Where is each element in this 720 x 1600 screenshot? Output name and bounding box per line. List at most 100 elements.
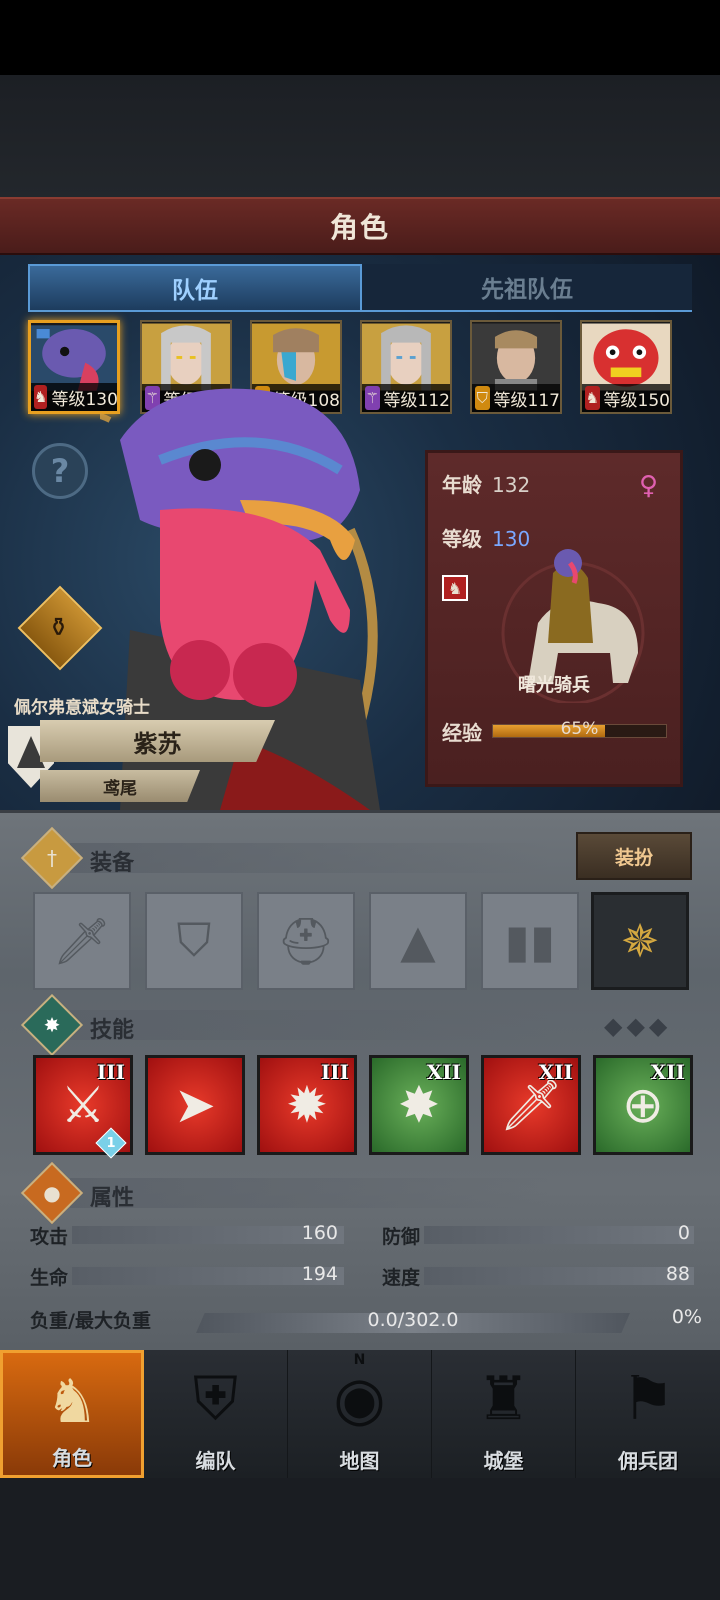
age-row: 年龄 132 — [442, 469, 530, 498]
sword-boost-icon: ⚔ — [60, 1076, 106, 1134]
helmet-icon: ⛑ — [276, 913, 336, 968]
bottom-backdrop — [0, 1478, 720, 1600]
hp-label: 生命 — [30, 1267, 69, 1289]
potion-icon: ⚱ — [47, 612, 70, 643]
title-bar: 角色 — [0, 197, 720, 255]
soldier-portrait — [472, 323, 560, 391]
badge-count: 1 — [106, 1135, 116, 1151]
speed-value: 88 — [665, 1263, 690, 1285]
skill-5[interactable]: 🗡 XII — [481, 1055, 581, 1155]
exp-label: 经验 — [442, 721, 482, 745]
level-text: 等级117 — [493, 390, 560, 411]
age-value: 132 — [492, 473, 531, 497]
level-label: 等级 — [442, 527, 482, 551]
female-icon: ♀ — [638, 471, 658, 501]
level-row: ⛉ 等级117 — [472, 384, 560, 412]
skill-rank: XII — [538, 1060, 573, 1084]
nav-mercenary[interactable]: ⚑ 佣兵团 — [576, 1350, 720, 1478]
equip-slot-boots[interactable]: ▮▮ — [481, 892, 579, 990]
equip-slot-shield[interactable]: ⛉ — [145, 892, 243, 990]
horse-icon: ♞ — [442, 575, 468, 601]
dress-button[interactable]: 装扮 — [576, 832, 692, 880]
tab-ancestor-team[interactable]: 先祖队伍 — [362, 264, 692, 312]
knight-icon: ♞ — [45, 1367, 99, 1437]
sword-icon: 🗡 — [499, 1075, 563, 1134]
status-bar-area — [0, 0, 720, 75]
tab-team[interactable]: 队伍 — [28, 264, 362, 312]
skill-3[interactable]: ✹ III — [257, 1055, 357, 1155]
skills-label: 技能 — [90, 1018, 135, 1043]
bottom-nav: ♞ 角色 ⛨ 编队 N ◉ 地图 ♜ 城堡 ⚑ 佣兵团 — [0, 1350, 720, 1478]
equip-slot-armor[interactable]: ▲ — [369, 892, 467, 990]
nav-character[interactable]: ♞ 角色 — [0, 1350, 144, 1478]
team-tabs: 队伍 先祖队伍 — [28, 264, 692, 312]
skill-rank: III — [320, 1060, 349, 1084]
equip-slot-helmet[interactable]: ⛑ — [257, 892, 355, 990]
equipment-label: 装备 — [90, 851, 135, 876]
horse-icon: ♞ — [585, 386, 600, 410]
nav-label: 角色 — [52, 1446, 92, 1470]
boots-icon: ▮▮ — [504, 914, 556, 968]
skill-6[interactable]: ⊕ XII — [593, 1055, 693, 1155]
equip-slot-accessory[interactable]: ✵ — [591, 892, 689, 990]
hero-title: 鸢尾 — [40, 770, 200, 802]
strike-icon: ✹ — [286, 1076, 328, 1134]
exp-text: 65% — [560, 719, 599, 739]
help-button[interactable]: ? — [32, 443, 88, 499]
info-card: 年龄 132 ♀ 等级 130 ♞ 曙光骑兵 经验 65% — [425, 450, 683, 787]
target-icon: ⊕ — [622, 1076, 664, 1134]
load-value: 0.0/302.0 — [367, 1309, 459, 1331]
top-backdrop — [0, 75, 720, 197]
skill-2[interactable]: ➤ — [145, 1055, 245, 1155]
burst-icon: ✸ — [398, 1076, 440, 1134]
mercenary-icon: ⚑ — [621, 1364, 675, 1434]
nav-label: 编队 — [195, 1449, 236, 1473]
burst-icon: ✸ — [43, 1013, 61, 1037]
attack-label: 攻击 — [30, 1226, 69, 1248]
level-text: 等级150 — [603, 390, 670, 411]
skill-badge: 1 — [95, 1127, 127, 1159]
roster-member[interactable]: ♞ 等级150 — [580, 320, 672, 414]
hero-name: 紫苏 — [40, 720, 275, 762]
section-divider — [70, 1010, 550, 1040]
nav-map[interactable]: N ◉ 地图 — [288, 1350, 432, 1478]
question-icon: ? — [50, 452, 70, 490]
exp-bar: 65% — [492, 719, 667, 739]
section-divider — [70, 1178, 550, 1208]
nav-label: 佣兵团 — [618, 1449, 678, 1473]
skill-1[interactable]: ⚔ III 1 — [33, 1055, 133, 1159]
load-percent: 0% — [671, 1306, 702, 1328]
guild-name: 佩尔弗意斌女骑士 — [14, 698, 150, 718]
skill-rank: XII — [650, 1060, 685, 1084]
shield-icon: ⛉ — [475, 386, 490, 410]
shield-icon: ⛉ — [176, 913, 212, 967]
section-divider — [70, 843, 550, 873]
defense-label: 防御 — [382, 1226, 421, 1248]
skill-rank: XII — [426, 1060, 461, 1084]
attack-value: 160 — [301, 1222, 338, 1244]
map-compass-icon: ◉ — [333, 1364, 386, 1434]
horse-icon: ♞ — [34, 385, 48, 409]
skill-rank: III — [96, 1060, 125, 1084]
skill-slots-icon: ◆◆◆ — [604, 1012, 672, 1040]
defense-value: 0 — [677, 1222, 690, 1244]
load-label: 负重/最大负重 — [30, 1310, 151, 1332]
person-icon: ● — [43, 1181, 61, 1205]
dagger-icon: † — [47, 846, 57, 870]
level-row: ♞ 等级150 — [582, 384, 670, 412]
equip-slot-weapon[interactable]: 🗡 — [33, 892, 131, 990]
unit-name: 曙光骑兵 — [518, 675, 590, 696]
compass-amulet-icon: ✵ — [620, 914, 660, 968]
nav-castle[interactable]: ♜ 城堡 — [432, 1350, 576, 1478]
skill-4[interactable]: ✸ XII — [369, 1055, 469, 1155]
speed-label: 速度 — [382, 1267, 421, 1289]
nav-label: 城堡 — [483, 1449, 524, 1473]
nav-formation[interactable]: ⛨ 编队 — [144, 1350, 288, 1478]
formation-icon: ⛨ — [193, 1364, 238, 1434]
castle-icon: ♜ — [476, 1364, 531, 1434]
attributes-label: 属性 — [90, 1186, 135, 1211]
charge-icon: ➤ — [174, 1076, 216, 1134]
roster-member[interactable]: ⛉ 等级117 — [470, 320, 562, 414]
armor-icon: ▲ — [400, 914, 436, 968]
page-title: 角色 — [329, 211, 390, 244]
